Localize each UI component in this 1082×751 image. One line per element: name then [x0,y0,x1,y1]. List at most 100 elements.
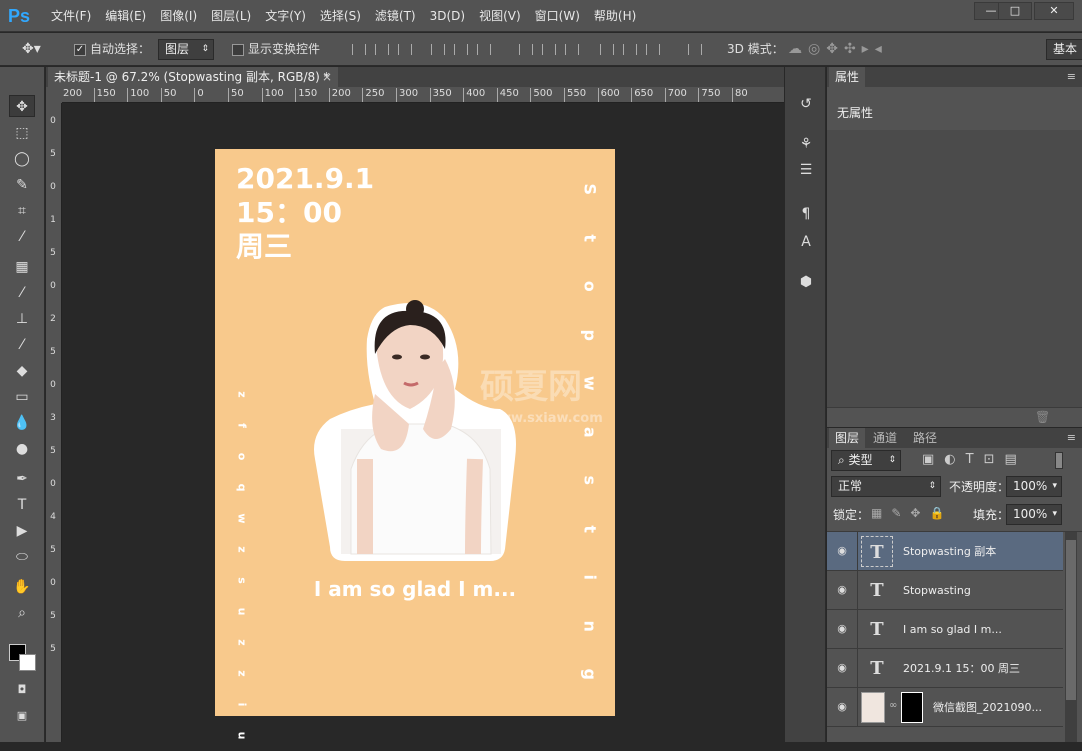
layer-filter-icons[interactable]: ▣◐T⊡▤ [922,452,1027,467]
brush-presets-icon[interactable]: ⚘ [795,133,817,155]
quick-mask-icon[interactable]: ◘ [9,679,35,701]
3d-panel-icon[interactable]: ⬢ [795,271,817,293]
menu-file[interactable]: 文件(F) [44,0,98,32]
menu-edit[interactable]: 编辑(E) [98,0,153,32]
ruler-tick-label: 50 [160,88,177,102]
auto-select-checkbox[interactable]: ✓ 自动选择： [74,33,150,66]
tab-paths[interactable]: 路径 [907,428,943,448]
move-tool-preset-icon[interactable]: ✥▾ [22,33,41,66]
hand-tool-icon[interactable]: ✋ [9,576,35,598]
background-color-swatch[interactable] [19,654,36,671]
maximize-button[interactable]: □ [998,2,1032,20]
ruler-tick-label: 5 [50,545,56,555]
scrollbar-thumb[interactable] [1066,540,1076,700]
pen-tool-icon[interactable]: ✒ [9,468,35,490]
menu-help[interactable]: 帮助(H) [587,0,643,32]
poster-canvas[interactable]: 2021.9.1 15：00 周三 Stopwasting zfoqwzsuzz… [215,149,615,739]
shape-tool-icon[interactable]: ⬭ [9,546,35,568]
menu-image[interactable]: 图像(I) [153,0,204,32]
eye-icon[interactable]: ◉ [835,583,849,597]
clone-stamp-tool-icon[interactable]: ⊥ [9,308,35,330]
menu-type[interactable]: 文字(Y) [258,0,313,32]
move-tool-icon[interactable]: ✥ [9,95,35,117]
show-transform-checkbox[interactable]: 显示变换控件 [232,33,320,66]
menu-bar: Ps 文件(F) 编辑(E) 图像(I) 图层(L) 文字(Y) 选择(S) 滤… [0,0,1082,32]
eraser-tool-icon[interactable]: ◆ [9,360,35,382]
document-tab[interactable]: 未标题-1 @ 67.2% (Stopwasting 副本, RGB/8) * × [48,67,338,87]
eye-icon[interactable]: ◉ [835,661,849,675]
eye-icon[interactable]: ◉ [835,700,849,714]
distribute-hcenter-icon[interactable] [623,44,637,55]
align-vcenter-icon[interactable] [375,44,389,55]
vertical-letter: S [580,183,600,196]
watermark-url-text: www.sxiaw.com [487,411,603,426]
layer-row[interactable]: ◉ T Stopwasting [827,571,1063,610]
layer-filter-select[interactable]: ⌕ 类型 ⇕ [831,450,901,471]
layer-row[interactable]: ◉ T I am so glad I m... [827,610,1063,649]
paragraph-panel-icon[interactable]: ¶ [795,203,817,225]
auto-select-target-select[interactable]: 图层 ⇕ [158,39,214,60]
distribute-right-icon[interactable] [646,44,660,55]
ruler-tick-label: 300 [396,88,418,102]
menu-window[interactable]: 窗口(W) [528,0,587,32]
align-right-icon[interactable] [477,44,491,55]
distribute-top-icon[interactable] [519,44,533,55]
character-panel-icon[interactable]: A [795,231,817,253]
tab-channels[interactable]: 通道 [867,428,903,448]
trash-icon[interactable]: 🗑 [1035,410,1050,424]
blend-mode-select[interactable]: 正常 ⇕ [831,476,941,497]
dodge-tool-icon[interactable]: ● [9,438,35,460]
layer-row[interactable]: ◉ T 2021.9.1 15：00 周三 [827,649,1063,688]
menu-filter[interactable]: 滤镜(T) [368,0,423,32]
fill-input[interactable]: 100% ▾ [1006,504,1062,525]
ruler-tick-label: 4 [50,512,56,522]
brush-tool-icon[interactable]: ⁄ [9,282,35,304]
history-brush-tool-icon[interactable]: ⁄ [9,334,35,356]
menu-view[interactable]: 视图(V) [472,0,528,32]
eye-icon[interactable]: ◉ [835,622,849,636]
tab-properties[interactable]: 属性 [829,67,866,87]
menu-3d[interactable]: 3D(D) [423,0,472,32]
layer-row[interactable]: ◉ ∞ 微信截图_2021090... [827,688,1063,727]
eye-icon[interactable]: ◉ [835,544,849,558]
auto-select-label: 自动选择： [90,42,151,56]
distribute-left-icon[interactable] [600,44,614,55]
lock-icons[interactable]: ▦✎✥🔒 [871,506,953,520]
tab-layers[interactable]: 图层 [829,428,866,448]
healing-brush-tool-icon[interactable]: ▦ [9,256,35,278]
vertical-letter: g [580,668,600,680]
path-selection-tool-icon[interactable]: ▶ [9,520,35,542]
align-bottom-icon[interactable] [398,44,412,55]
screen-mode-icon[interactable]: ▣ [9,705,35,727]
zoom-tool-icon[interactable]: ⌕ [9,602,35,624]
opacity-input[interactable]: 100% ▾ [1006,476,1062,497]
auto-align-icon[interactable] [688,44,702,55]
menu-layer[interactable]: 图层(L) [204,0,258,32]
blur-tool-icon[interactable]: 💧 [9,412,35,434]
lasso-tool-icon[interactable]: ◯ [9,148,35,170]
history-panel-icon[interactable]: ↺ [795,93,817,115]
close-button[interactable]: ✕ [1034,2,1074,20]
align-left-icon[interactable] [431,44,445,55]
3d-mode-icons[interactable]: ☁◎✥✣▸◂ [788,33,888,66]
filter-toggle[interactable] [1055,452,1063,469]
layer-row[interactable]: ◉ T Stopwasting 副本 [827,532,1063,571]
vertical-letter: t [580,233,600,242]
distribute-vcenter-icon[interactable] [542,44,556,55]
layers-menu-icon[interactable]: ≡ [1067,431,1076,444]
adjustments-icon[interactable]: ☰ [795,159,817,181]
panel-menu-icon[interactable]: ≡ [1067,70,1076,83]
workspace-button[interactable]: 基本 [1046,39,1082,60]
distribute-bottom-icon[interactable] [565,44,579,55]
menu-select[interactable]: 选择(S) [313,0,368,32]
quick-select-tool-icon[interactable]: ✎ [9,174,35,196]
crop-tool-icon[interactable]: ⌗ [9,200,35,222]
eyedropper-tool-icon[interactable]: ⁄ [9,226,35,248]
align-hcenter-icon[interactable] [454,44,468,55]
gradient-tool-icon[interactable]: ▭ [9,386,35,408]
blend-mode-value: 正常 [838,479,863,493]
align-top-icon[interactable] [352,44,366,55]
type-tool-icon[interactable]: T [9,494,35,516]
marquee-tool-icon[interactable]: ⬚ [9,122,35,144]
close-tab-icon[interactable]: × [322,67,332,87]
